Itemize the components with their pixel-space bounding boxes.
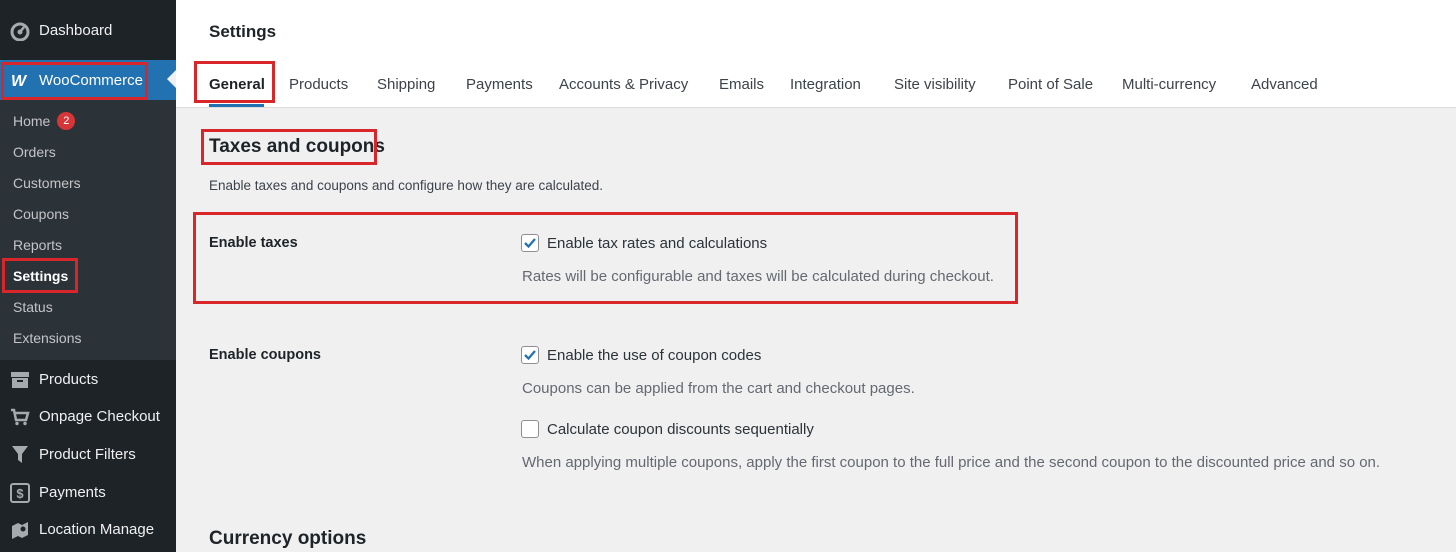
sidebar-item-location-manage[interactable]: Location Manage bbox=[0, 511, 176, 548]
sequential-coupons-checkbox[interactable] bbox=[521, 420, 539, 438]
archive-box-icon bbox=[9, 369, 31, 391]
sidebar-item-label: Payments bbox=[39, 484, 106, 501]
tab-site-visibility[interactable]: Site visibility bbox=[894, 76, 976, 93]
submenu-item-reports[interactable]: Reports bbox=[13, 234, 62, 256]
cart-icon bbox=[9, 406, 31, 428]
enable-taxes-checkbox-label: Enable tax rates and calculations bbox=[547, 234, 768, 252]
checkmark-icon bbox=[524, 238, 536, 249]
submenu-item-extensions[interactable]: Extensions bbox=[13, 327, 81, 349]
submenu-item-coupons[interactable]: Coupons bbox=[13, 203, 69, 225]
enable-taxes-help: Rates will be configurable and taxes wil… bbox=[522, 268, 994, 285]
sidebar-item-label: Products bbox=[39, 371, 99, 388]
settings-header: Settings General Products Shipping Payme… bbox=[176, 0, 1456, 108]
sidebar-item-products[interactable]: Products bbox=[0, 361, 176, 398]
enable-coupons-help: Coupons can be applied from the cart and… bbox=[522, 380, 915, 397]
sidebar-item-label: Onpage Checkout bbox=[39, 408, 160, 425]
section-title: Taxes and coupons bbox=[209, 136, 385, 157]
tab-multi-currency[interactable]: Multi-currency bbox=[1122, 76, 1216, 93]
currency-options-title: Currency options bbox=[209, 528, 367, 549]
enable-coupons-label: Enable coupons bbox=[209, 347, 321, 363]
current-menu-arrow bbox=[167, 70, 176, 88]
tab-shipping[interactable]: Shipping bbox=[377, 76, 435, 93]
enable-taxes-label: Enable taxes bbox=[209, 235, 298, 251]
tab-emails[interactable]: Emails bbox=[719, 76, 764, 93]
sidebar-item-label: Location Manage bbox=[39, 521, 155, 538]
tab-accounts-privacy[interactable]: Accounts & Privacy bbox=[559, 76, 688, 93]
dashboard-icon bbox=[9, 20, 31, 42]
sidebar-item-woocommerce[interactable]: W WooCommerce bbox=[0, 60, 176, 100]
section-description: Enable taxes and coupons and configure h… bbox=[209, 178, 604, 193]
enable-taxes-checkbox-row[interactable]: Enable tax rates and calculations bbox=[521, 234, 767, 252]
woocommerce-icon: W bbox=[9, 69, 31, 91]
sequential-coupons-checkbox-row[interactable]: Calculate coupon discounts sequentially bbox=[521, 420, 814, 438]
sidebar-item-label: Product Filters bbox=[39, 446, 136, 463]
sidebar-item-dashboard[interactable]: Dashboard bbox=[0, 12, 176, 49]
enable-taxes-checkbox[interactable] bbox=[521, 234, 539, 252]
tab-payments[interactable]: Payments bbox=[466, 76, 533, 93]
submenu-item-status[interactable]: Status bbox=[13, 296, 53, 318]
sidebar-item-payments[interactable]: $ Payments bbox=[0, 474, 176, 511]
enable-coupons-checkbox[interactable] bbox=[521, 346, 539, 364]
highlight-enable-taxes bbox=[193, 212, 1018, 304]
woocommerce-submenu: Home 2 Orders Customers Coupons Reports … bbox=[0, 100, 176, 360]
tab-products[interactable]: Products bbox=[289, 76, 348, 93]
sequential-coupons-help: When applying multiple coupons, apply th… bbox=[522, 454, 1381, 471]
tab-integration[interactable]: Integration bbox=[790, 76, 861, 93]
svg-text:W: W bbox=[11, 73, 28, 88]
map-pin-icon bbox=[9, 519, 31, 541]
sidebar-item-label: Dashboard bbox=[39, 22, 113, 39]
sidebar-item-label: WooCommerce bbox=[39, 71, 143, 89]
submenu-item-home[interactable]: Home 2 bbox=[13, 110, 76, 132]
admin-sidebar: Dashboard W WooCommerce Home 2 Orders Cu… bbox=[0, 0, 176, 552]
enable-coupons-checkbox-row[interactable]: Enable the use of coupon codes bbox=[521, 346, 761, 364]
active-tab-indicator bbox=[209, 104, 264, 107]
sequential-coupons-checkbox-label: Calculate coupon discounts sequentially bbox=[547, 420, 814, 438]
filter-icon bbox=[9, 444, 31, 466]
notification-badge: 2 bbox=[57, 112, 76, 130]
tab-point-of-sale[interactable]: Point of Sale bbox=[1008, 76, 1093, 93]
dollar-icon: $ bbox=[9, 482, 31, 504]
sidebar-item-product-filters[interactable]: Product Filters bbox=[0, 436, 176, 473]
page-title: Settings bbox=[209, 22, 277, 41]
submenu-item-orders[interactable]: Orders bbox=[13, 141, 56, 163]
tab-advanced[interactable]: Advanced bbox=[1251, 76, 1318, 93]
submenu-item-settings[interactable]: Settings bbox=[13, 265, 68, 287]
svg-text:$: $ bbox=[16, 486, 24, 501]
submenu-item-customers[interactable]: Customers bbox=[13, 172, 81, 194]
enable-coupons-checkbox-label: Enable the use of coupon codes bbox=[547, 346, 762, 364]
submenu-label: Home bbox=[13, 113, 51, 129]
sidebar-item-onpage-checkout[interactable]: Onpage Checkout bbox=[0, 398, 176, 435]
checkmark-icon bbox=[524, 350, 536, 361]
tab-general[interactable]: General bbox=[209, 76, 265, 93]
